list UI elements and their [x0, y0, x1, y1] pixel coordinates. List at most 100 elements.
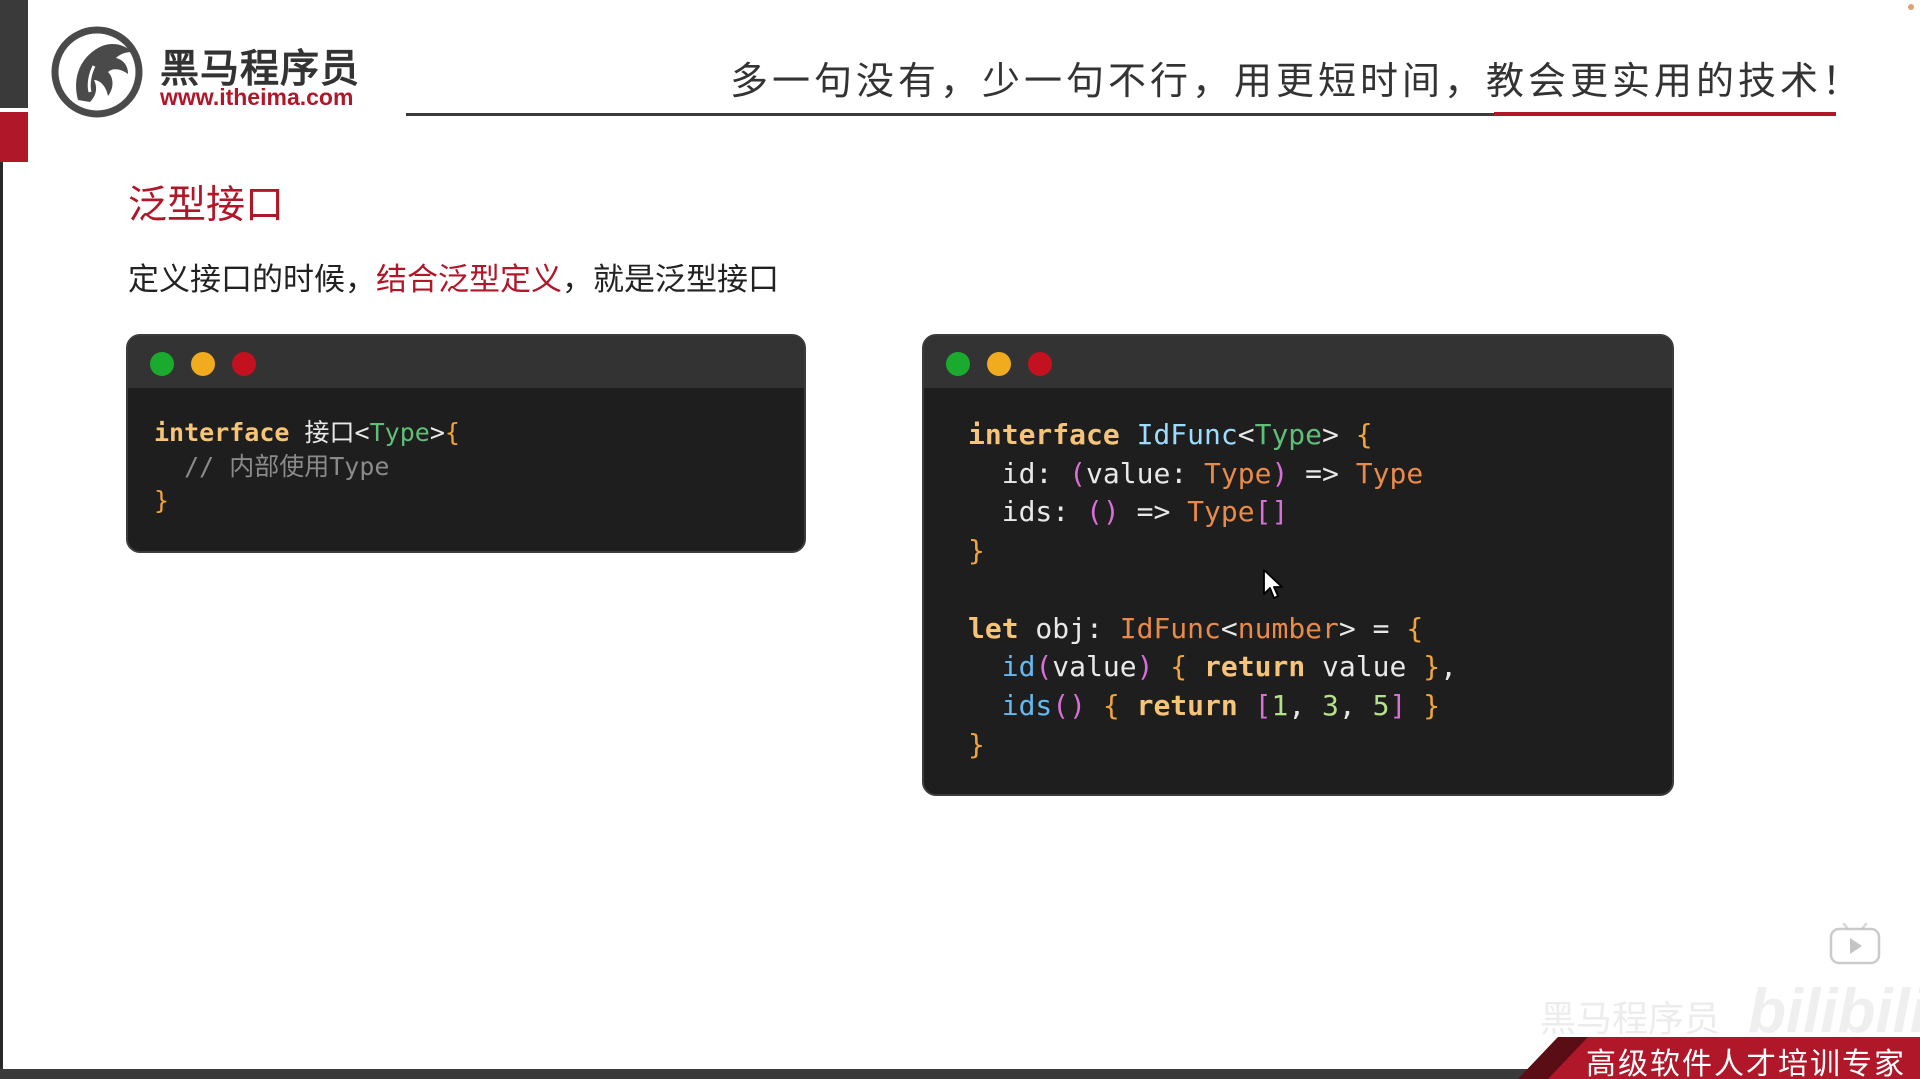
code-token-type: IdFunc [1119, 611, 1221, 645]
code-block-example: interface IdFunc<Type> { id: (value: Typ… [968, 416, 1457, 764]
window-yellow-dot [191, 352, 215, 376]
window-yellow-dot [987, 352, 1011, 376]
code-window-example: interface IdFunc<Type> { id: (value: Typ… [922, 334, 1674, 796]
code-token-brace: } [1423, 650, 1441, 684]
code-token-keyword: interface [154, 418, 290, 447]
code-token-brace: { [1338, 418, 1373, 451]
code-token-paren: ) [1271, 456, 1289, 490]
code-token-type: Type [1187, 495, 1255, 529]
code-line: interface 接口<Type>{ [154, 416, 460, 450]
code-line: id(value) { return value }, [968, 648, 1457, 687]
header-rule [406, 113, 1496, 116]
window-titlebar [924, 336, 1672, 388]
window-titlebar [128, 336, 804, 388]
lead-highlight: 结合泛型定义 [376, 262, 562, 298]
code-token-punct: > [1338, 611, 1356, 645]
code-token-type: number [1237, 611, 1339, 645]
code-line: // 内部使用Type [154, 450, 460, 484]
slide-title: 泛型接口 [128, 183, 285, 228]
code-token-punct: > [1322, 418, 1339, 451]
code-token-punct: < [1237, 418, 1255, 451]
code-line: ids: () => Type[] [968, 493, 1457, 532]
watermark-site-logo: bilibili [1748, 977, 1920, 1046]
code-token-brace: { [444, 418, 460, 447]
code-token-punct: , [1440, 650, 1457, 684]
code-token-variable: obj [1018, 611, 1087, 645]
header-slogan: 多一句没有，少一句不行，用更短时间，教会更实用的技术！ [730, 59, 1865, 103]
code-token-variable: value [1305, 650, 1424, 684]
code-token-punct: > [429, 418, 445, 447]
code-token-paren: () [1086, 495, 1120, 529]
code-token-brace: } [968, 534, 985, 568]
code-block-syntax: interface 接口<Type>{ // 内部使用Type} [154, 416, 460, 518]
code-token-arrow: => [1119, 495, 1188, 529]
code-token-paren: ( [1035, 650, 1053, 684]
code-token-property: id [1001, 456, 1036, 490]
code-token-brace: { [1406, 611, 1424, 645]
left-edge-line [0, 162, 3, 1079]
code-line: } [968, 726, 1457, 765]
code-token-param: value [1052, 650, 1137, 684]
code-token-punct: , [1338, 688, 1373, 722]
code-line: ids() { return [1, 3, 5] } [968, 687, 1457, 726]
code-token-type-param: Type [369, 418, 430, 447]
code-token-punct: , [1288, 688, 1323, 722]
code-token-number: 3 [1322, 688, 1339, 722]
logo-url: www.itheima.com [160, 84, 354, 110]
code-token-number: 5 [1372, 688, 1390, 722]
play-icon[interactable] [1828, 920, 1882, 966]
left-accent-red [0, 112, 28, 162]
code-token-keyword: let [968, 611, 1019, 645]
code-token-name: 接口 [289, 418, 355, 447]
brand-logo: 黑马程序员 www.itheima.com [50, 26, 370, 118]
code-token-name: IdFunc [1119, 418, 1238, 451]
code-token-operator: = [1355, 611, 1407, 645]
code-token-bracket: ] [1389, 688, 1407, 722]
logo-horse-icon [51, 26, 143, 118]
window-green-dot [150, 352, 174, 376]
window-red-dot [1028, 352, 1052, 376]
code-token-number: 1 [1271, 688, 1289, 722]
mouse-cursor-icon [1263, 569, 1283, 599]
code-line: let obj: IdFunc<number> = { [968, 610, 1457, 649]
left-accent-bar [0, 0, 28, 108]
lead-prefix: 定义接口的时候， [128, 262, 376, 298]
code-token-punct: : [1035, 456, 1070, 490]
code-token-function: ids [1001, 688, 1053, 722]
code-token-function: id [1001, 650, 1036, 684]
code-token-punct: < [1220, 611, 1238, 645]
watermark-channel: 黑马程序员 [1540, 999, 1721, 1040]
corner-dot [1908, 4, 1914, 10]
code-line: interface IdFunc<Type> { [968, 416, 1457, 455]
code-token-bracket: [] [1254, 495, 1289, 529]
window-red-dot [232, 352, 256, 376]
code-token-punct: : [1052, 495, 1087, 529]
code-token-punct: < [354, 418, 370, 447]
code-token-brace: { [1086, 688, 1137, 722]
lead-sentence: 定义接口的时候，结合泛型定义，就是泛型接口 [128, 254, 779, 299]
code-window-syntax: interface 接口<Type>{ // 内部使用Type} [126, 334, 806, 553]
code-line: } [154, 484, 460, 518]
code-token-type: Type [1355, 456, 1424, 490]
code-token-keyword: return [1136, 688, 1238, 722]
code-token-brace: { [1153, 650, 1205, 684]
code-token-comment: // 内部使用Type [154, 452, 390, 481]
code-token-paren: ) [1136, 650, 1154, 684]
code-token-keyword: interface [968, 418, 1120, 451]
code-token-punct: : [1086, 611, 1120, 645]
code-token-keyword: return [1204, 650, 1306, 684]
footer-tagline: 高级软件人才培训专家 [1586, 1047, 1906, 1079]
code-token-param: value [1086, 456, 1171, 490]
code-token-paren: ( [1069, 456, 1087, 490]
code-line-blank: ​ [968, 571, 1457, 610]
code-token-brace: } [1406, 688, 1441, 722]
lead-suffix: ，就是泛型接口 [562, 262, 779, 298]
header-rule-accent [1494, 112, 1836, 116]
code-token-punct: : [1170, 456, 1205, 490]
code-token-arrow: => [1288, 456, 1356, 490]
